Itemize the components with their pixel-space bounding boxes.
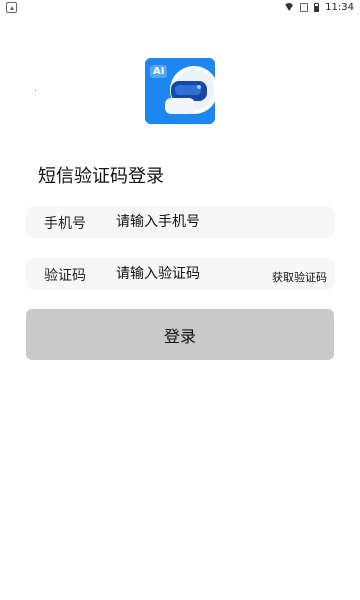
- phone-field[interactable]: 手机号: [26, 206, 335, 238]
- status-bar: 11:34: [0, 0, 360, 14]
- status-time: 11:34: [325, 1, 354, 13]
- phone-label: 手机号: [44, 216, 86, 232]
- verification-code-field[interactable]: 验证码 获取验证码: [26, 258, 335, 290]
- sim-icon: [300, 2, 309, 12]
- app-logo: AI: [145, 58, 215, 124]
- phone-input[interactable]: [116, 208, 266, 236]
- status-icons: 11:34: [284, 0, 354, 14]
- notification-icon: [6, 2, 17, 13]
- page-title: 短信验证码登录: [38, 166, 164, 187]
- battery-icon: [314, 2, 320, 12]
- get-code-button[interactable]: 获取验证码: [272, 269, 327, 285]
- code-label: 验证码: [44, 268, 86, 284]
- login-button[interactable]: 登录: [26, 309, 334, 360]
- logo-ai-text: AI: [150, 65, 168, 78]
- code-input[interactable]: [116, 260, 266, 288]
- decorative-dot: [35, 90, 36, 91]
- wifi-icon: [284, 3, 294, 11]
